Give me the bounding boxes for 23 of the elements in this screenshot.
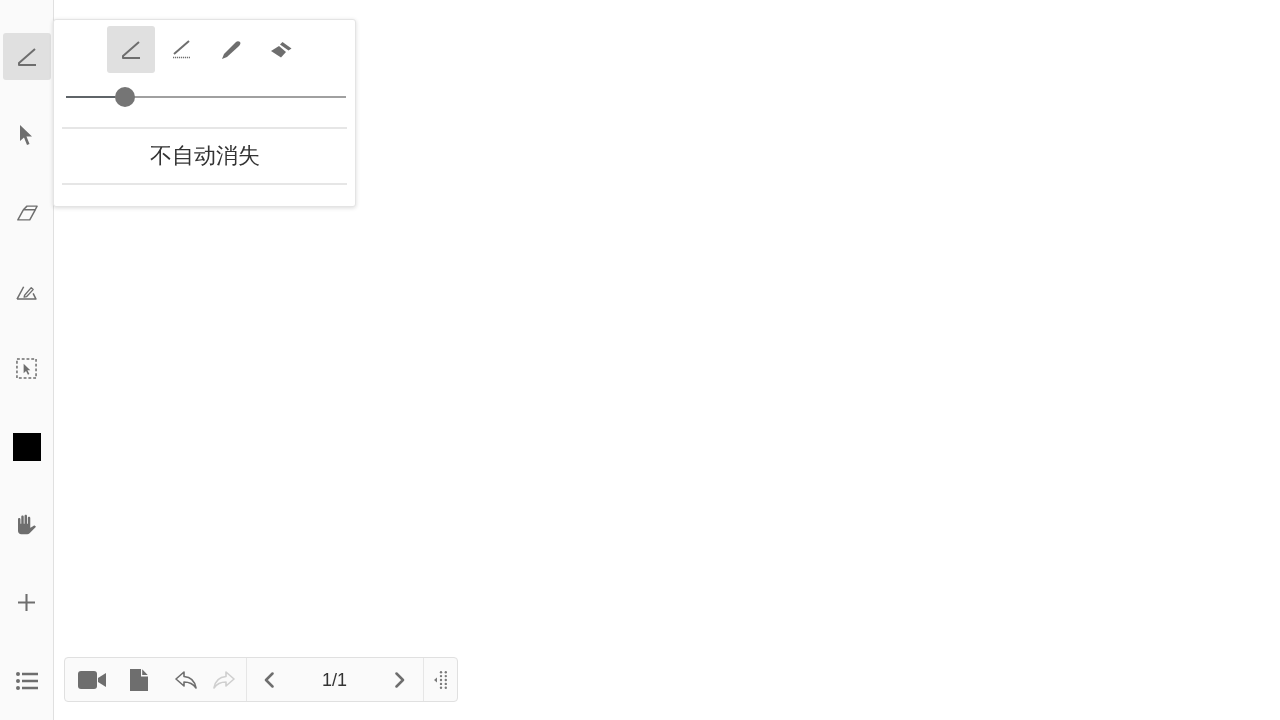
pen-icon xyxy=(121,40,141,59)
hand-icon xyxy=(17,514,36,535)
chevron-left-icon xyxy=(264,671,274,688)
undo-icon xyxy=(175,670,197,689)
brush-icon xyxy=(221,39,241,60)
dotted-pen-icon xyxy=(171,40,191,59)
pointer-icon xyxy=(20,124,33,145)
pen-tool-button[interactable] xyxy=(2,33,51,80)
page-indicator: 1/1 xyxy=(322,670,347,689)
dashed-select-icon xyxy=(16,358,37,379)
slider-thumb[interactable] xyxy=(114,87,135,107)
list-icon xyxy=(15,671,38,690)
pen-icon xyxy=(16,47,37,66)
document-icon xyxy=(130,668,148,691)
redo-icon xyxy=(213,670,235,689)
plus-icon xyxy=(18,594,35,611)
highlighter-icon xyxy=(270,41,292,58)
pen-type-button[interactable] xyxy=(107,26,155,73)
chevron-right-icon xyxy=(395,671,405,688)
drag-dots-icon xyxy=(434,670,447,689)
eraser-icon xyxy=(15,203,38,222)
video-camera-icon xyxy=(78,669,106,690)
mode-option[interactable]: 不自动消失 xyxy=(149,145,260,167)
